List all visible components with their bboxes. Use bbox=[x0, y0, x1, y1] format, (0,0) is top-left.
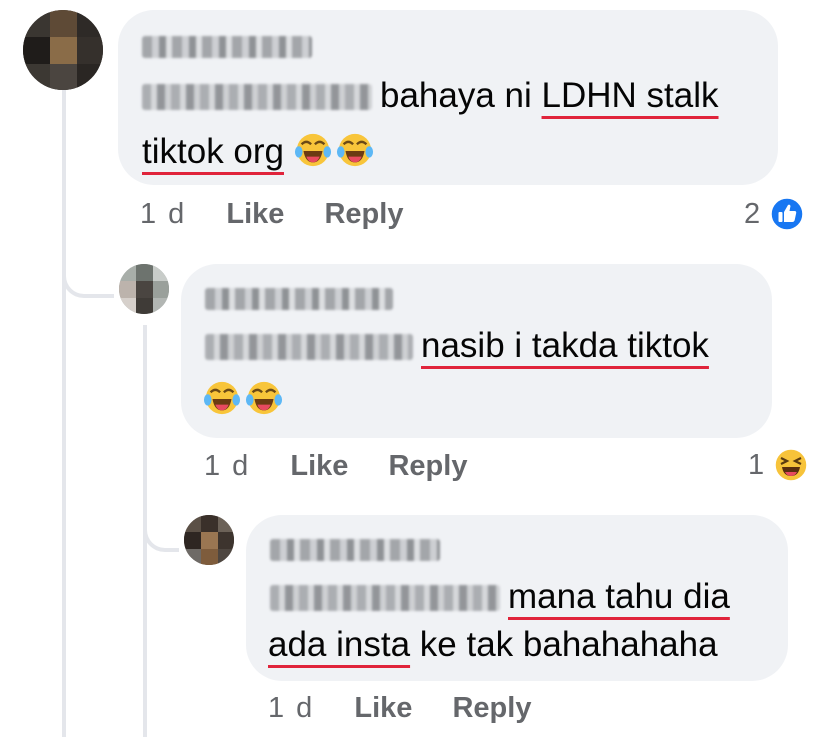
comment-actions: 1 d Like Reply bbox=[268, 692, 563, 725]
reply-button[interactable]: Reply bbox=[388, 450, 467, 482]
like-button[interactable]: Like bbox=[354, 692, 412, 724]
comment-text: bahaya ni bbox=[380, 76, 532, 115]
comment-text-line-2 bbox=[203, 376, 287, 424]
comment-actions: 1 d Like Reply bbox=[204, 450, 499, 483]
comment-text-line-1: bahaya ni LDHN stalk bbox=[142, 72, 719, 120]
comment-text: ke tak bahahahaha bbox=[419, 625, 718, 664]
mention-tag[interactable] bbox=[142, 84, 372, 110]
comment-text-line-2: ada insta ke tak bahahahaha bbox=[268, 621, 718, 669]
thread-line-main bbox=[62, 90, 66, 737]
reaction-count: 1 bbox=[748, 448, 765, 481]
underlined-text: nasib i takda tiktok bbox=[421, 326, 709, 365]
haha-icon bbox=[774, 448, 808, 483]
timestamp[interactable]: 1 d bbox=[268, 692, 314, 724]
underlined-text: ada insta bbox=[268, 625, 411, 664]
underlined-text: tiktok org bbox=[142, 132, 284, 171]
reply-button[interactable]: Reply bbox=[452, 692, 531, 724]
comment-bubble: nasib i takda tiktok bbox=[181, 264, 772, 438]
reaction-count: 2 bbox=[744, 197, 761, 230]
mention-tag[interactable] bbox=[270, 585, 500, 611]
mention-tag[interactable] bbox=[205, 334, 413, 360]
reaction-summary[interactable]: 1 bbox=[748, 448, 808, 483]
comment-actions: 1 d Like Reply bbox=[140, 198, 435, 231]
comment-bubble: mana tahu dia ada insta ke tak bahahahah… bbox=[246, 515, 788, 681]
like-button[interactable]: Like bbox=[290, 450, 348, 482]
author-name[interactable] bbox=[142, 36, 312, 58]
like-icon bbox=[770, 197, 804, 232]
comment-text-line-2: tiktok org bbox=[142, 128, 378, 176]
like-button[interactable]: Like bbox=[226, 198, 284, 230]
author-name[interactable] bbox=[270, 539, 440, 561]
comment-text-line-1: mana tahu dia bbox=[270, 573, 730, 621]
underlined-text: LDHN stalk bbox=[541, 76, 719, 115]
author-name[interactable] bbox=[205, 288, 393, 310]
timestamp[interactable]: 1 d bbox=[140, 198, 186, 230]
comment-bubble: bahaya ni LDHN stalk tiktok org bbox=[118, 10, 778, 185]
tears-of-joy-emoji-icon bbox=[203, 381, 241, 415]
comment-text-line-1: nasib i takda tiktok bbox=[205, 322, 709, 370]
avatar[interactable] bbox=[119, 264, 169, 314]
avatar[interactable] bbox=[184, 515, 234, 565]
reply-button[interactable]: Reply bbox=[324, 198, 403, 230]
thread-elbow-1 bbox=[62, 245, 114, 298]
thread-elbow-2 bbox=[143, 500, 179, 552]
timestamp[interactable]: 1 d bbox=[204, 450, 250, 482]
tears-of-joy-emoji-icon bbox=[336, 133, 373, 167]
tears-of-joy-emoji-icon bbox=[245, 381, 283, 415]
tears-of-joy-emoji-icon bbox=[294, 133, 331, 167]
avatar[interactable] bbox=[23, 10, 103, 90]
reaction-summary[interactable]: 2 bbox=[744, 197, 804, 232]
underlined-text: mana tahu dia bbox=[508, 577, 730, 616]
